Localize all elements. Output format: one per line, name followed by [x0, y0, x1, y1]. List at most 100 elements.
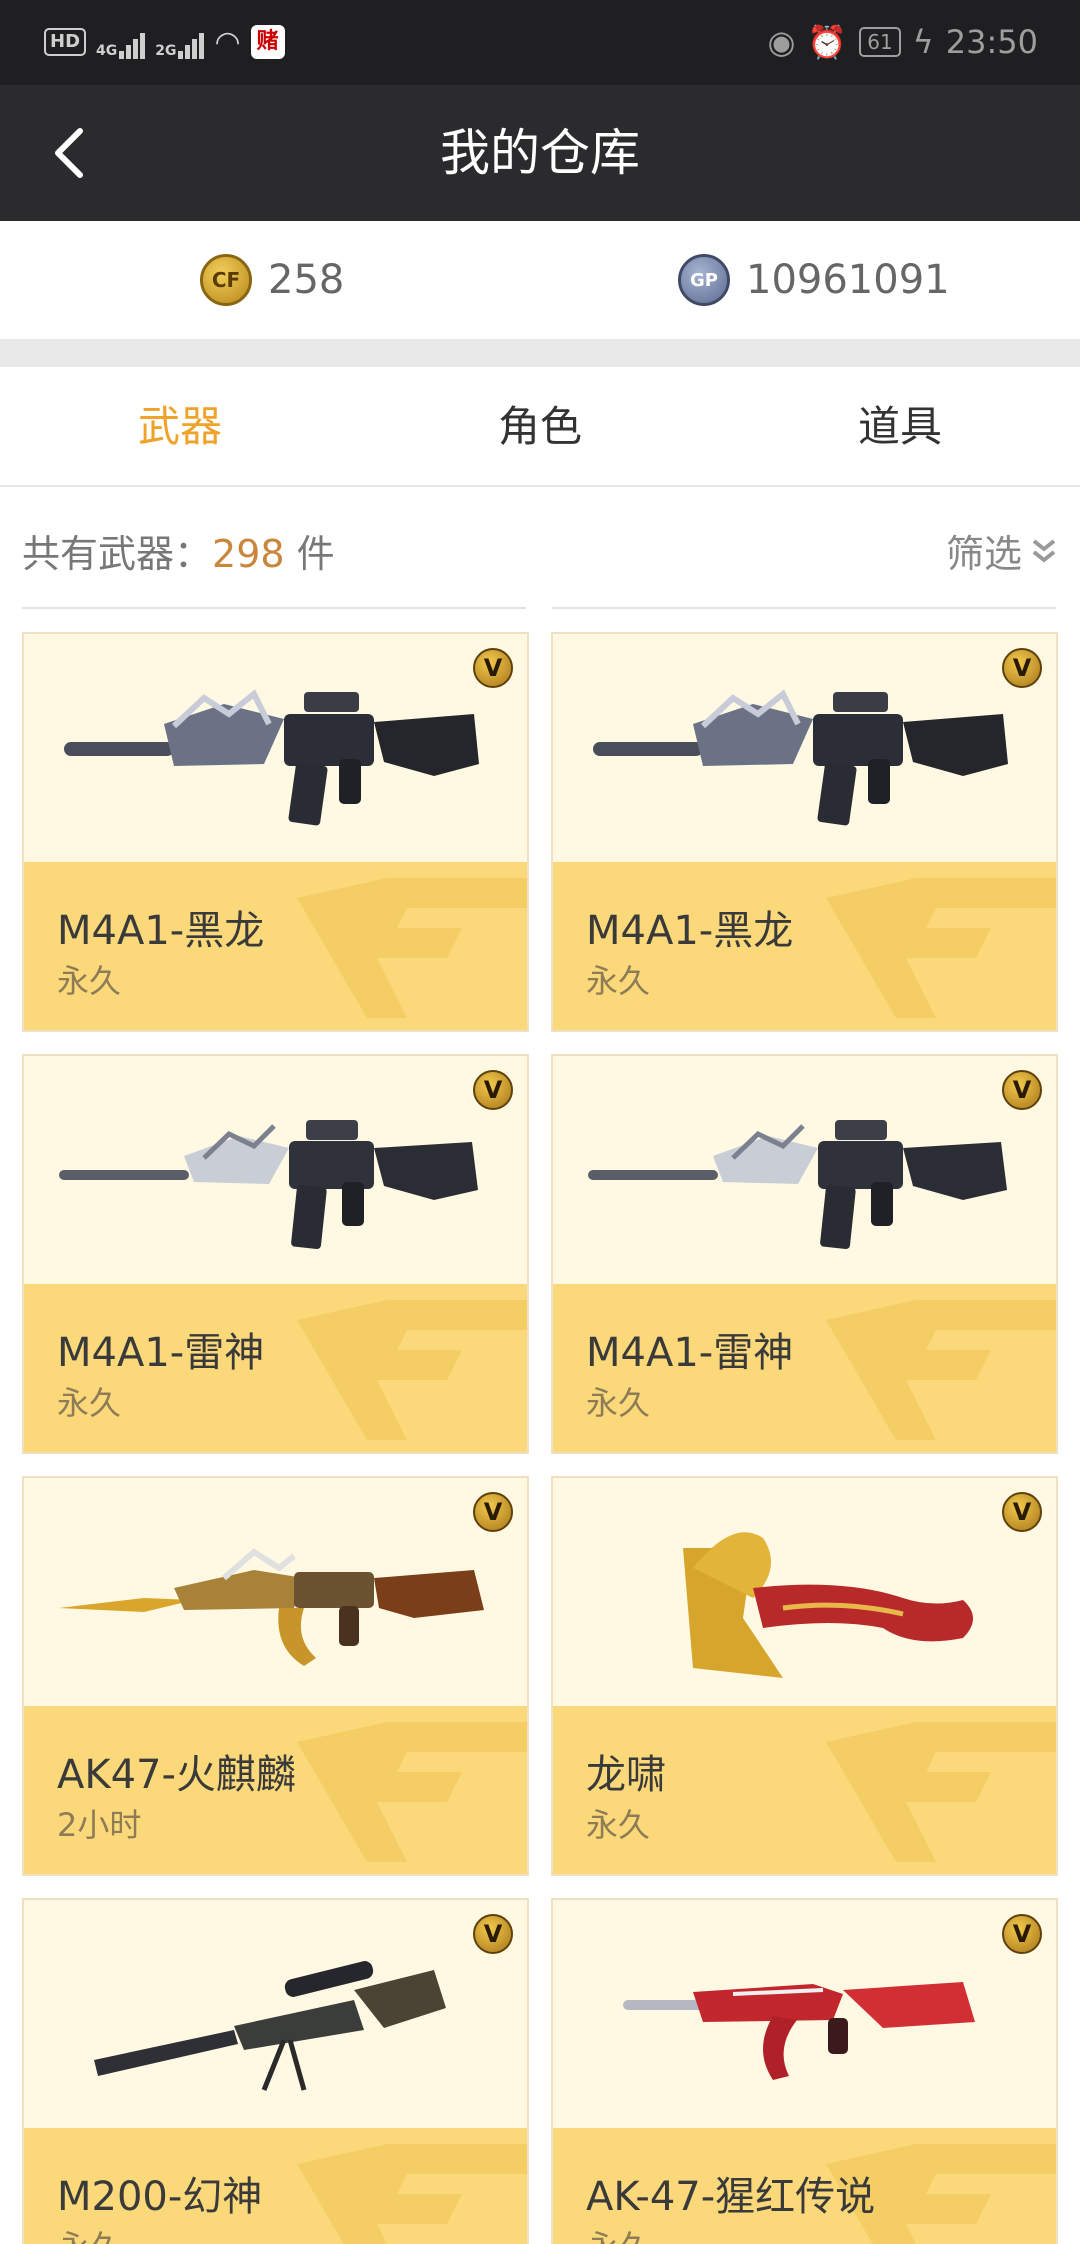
- card-info: M200-幻神 永久: [24, 2128, 527, 2244]
- weapon-name: M4A1-雷神: [57, 1330, 265, 1376]
- cf-points-value: 258: [268, 257, 345, 303]
- weapon-card[interactable]: M4A1-黑龙 永久 V: [551, 632, 1058, 1032]
- weapon-card[interactable]: M4A1-雷神 永久 V: [551, 1054, 1058, 1454]
- vip-badge-icon: V: [1002, 648, 1042, 688]
- vip-badge-icon: V: [1002, 1070, 1042, 1110]
- card-info: AK-47-猩红传说 永久: [553, 2128, 1056, 2244]
- double-chevron-down-icon: [1032, 538, 1056, 563]
- cf-logo-watermark: [297, 1300, 527, 1440]
- signal-label-2: 2G: [155, 43, 177, 59]
- weapon-duration: 永久: [57, 2222, 121, 2244]
- weapon-count: 共有武器：298 件: [22, 523, 335, 578]
- gp-coin-icon: GP: [678, 254, 730, 306]
- vip-badge-icon: V: [473, 1914, 513, 1954]
- category-tabs: 武器 角色 道具: [0, 367, 1080, 487]
- signal-label: 4G: [96, 43, 118, 59]
- hd-icon: HD: [44, 28, 87, 56]
- weapon-duration: 永久: [586, 962, 651, 1000]
- card-image-area: [553, 1900, 1056, 2128]
- cf-logo-watermark: [297, 878, 527, 1018]
- page-title: 我的仓库: [440, 124, 640, 182]
- section-divider: [0, 339, 1080, 367]
- wifi-icon: ◠: [214, 24, 241, 60]
- tab-characters[interactable]: 角色: [360, 367, 720, 485]
- weapon-card[interactable]: AK-47-猩红传说 永久 V: [551, 1898, 1058, 2244]
- weapon-name: 龙啸: [586, 1752, 666, 1798]
- weapon-card[interactable]: AK47-火麒麟 2小时 V: [22, 1476, 529, 1876]
- rifle-image: [588, 1120, 1007, 1249]
- axe-image: [683, 1532, 973, 1678]
- weapon-duration: 2小时: [57, 1806, 142, 1844]
- weapon-duration: 永久: [57, 962, 122, 1000]
- status-right: ◉ ⏰ 61 ϟ 23:50: [767, 20, 1038, 64]
- card-image-area: [24, 634, 527, 862]
- vip-badge-icon: V: [473, 1070, 513, 1110]
- clock: 23:50: [945, 23, 1038, 61]
- cf-logo-watermark: [826, 1722, 1056, 1862]
- card-image-area: [24, 1478, 527, 1706]
- rifle-image: [64, 689, 479, 826]
- rifle-image: [623, 1982, 975, 2080]
- weapon-duration: 永久: [57, 1384, 122, 1422]
- filter-label: 筛选: [945, 532, 1022, 576]
- count-suffix: 件: [284, 532, 335, 576]
- weapon-name: AK-47-猩红传说: [586, 2174, 876, 2220]
- charging-icon: ϟ: [912, 23, 934, 61]
- weapon-duration: 永久: [586, 2222, 650, 2244]
- weapon-card[interactable]: 龙啸 永久 V: [551, 1476, 1058, 1876]
- alarm-icon: ⏰: [807, 23, 848, 61]
- weapon-name: AK47-火麒麟: [57, 1752, 296, 1798]
- card-image-area: [553, 1478, 1056, 1706]
- cf-coin-icon: CF: [200, 254, 252, 306]
- cf-logo-watermark: [826, 1300, 1056, 1440]
- card-image-area: [553, 1056, 1056, 1284]
- weapon-name: M4A1-黑龙: [586, 908, 794, 954]
- weapon-card[interactable]: M4A1-雷神 永久 V: [22, 1054, 529, 1454]
- status-left: HD 4G 2G ◠ 赌: [44, 20, 285, 64]
- currency-bar: CF 258 GP 10961091: [0, 221, 1080, 339]
- signal-icon-2: 2G: [155, 25, 205, 59]
- rifle-image: [59, 1120, 478, 1249]
- filter-button[interactable]: 筛选: [946, 523, 1058, 578]
- count-number: 298: [212, 532, 285, 576]
- cf-points: CF 258: [200, 251, 344, 309]
- rifle-image: [593, 689, 1008, 826]
- card-image-area: [553, 634, 1056, 862]
- cf-logo-watermark: [297, 2144, 527, 2244]
- card-info: M4A1-黑龙 永久: [24, 862, 527, 1030]
- card-image-area: [24, 1056, 527, 1284]
- weapon-duration: 永久: [586, 1384, 651, 1422]
- sniper-rifle-image: [94, 1961, 446, 2091]
- app-header: 我的仓库: [0, 85, 1080, 221]
- tab-items[interactable]: 道具: [720, 367, 1080, 485]
- eye-icon: ◉: [767, 23, 796, 61]
- card-info: M4A1-雷神 永久: [24, 1284, 527, 1452]
- weapon-name: M4A1-黑龙: [57, 908, 265, 954]
- gp-points: GP 10961091: [678, 251, 950, 309]
- tab-weapons[interactable]: 武器: [0, 367, 360, 485]
- card-info: 龙啸 永久: [553, 1706, 1056, 1874]
- status-bar: HD 4G 2G ◠ 赌 ◉ ⏰ 61 ϟ 23:50: [0, 0, 1080, 85]
- divider-left: [22, 607, 526, 609]
- rifle-image: [59, 1548, 484, 1666]
- card-info: M4A1-黑龙 永久: [553, 862, 1056, 1030]
- app-notification-icon: 赌: [250, 25, 285, 59]
- weapon-card[interactable]: M4A1-黑龙 永久 V: [22, 632, 529, 1032]
- vip-badge-icon: V: [1002, 1914, 1042, 1954]
- weapon-duration: 永久: [586, 1806, 651, 1844]
- card-image-area: [24, 1900, 527, 2128]
- card-info: AK47-火麒麟 2小时: [24, 1706, 527, 1874]
- cf-logo-watermark: [826, 878, 1056, 1018]
- gp-points-value: 10961091: [746, 257, 950, 303]
- summary-row: 共有武器：298 件 筛选: [0, 489, 1080, 605]
- battery-icon: 61: [859, 27, 901, 57]
- vip-badge-icon: V: [473, 648, 513, 688]
- vip-badge-icon: V: [473, 1492, 513, 1532]
- weapon-name: M200-幻神: [57, 2174, 263, 2220]
- card-info: M4A1-雷神 永久: [553, 1284, 1056, 1452]
- count-prefix: 共有武器：: [22, 532, 213, 576]
- divider-right: [552, 607, 1056, 609]
- vip-badge-icon: V: [1002, 1492, 1042, 1532]
- weapon-card[interactable]: M200-幻神 永久 V: [22, 1898, 529, 2244]
- weapon-name: M4A1-雷神: [586, 1330, 794, 1376]
